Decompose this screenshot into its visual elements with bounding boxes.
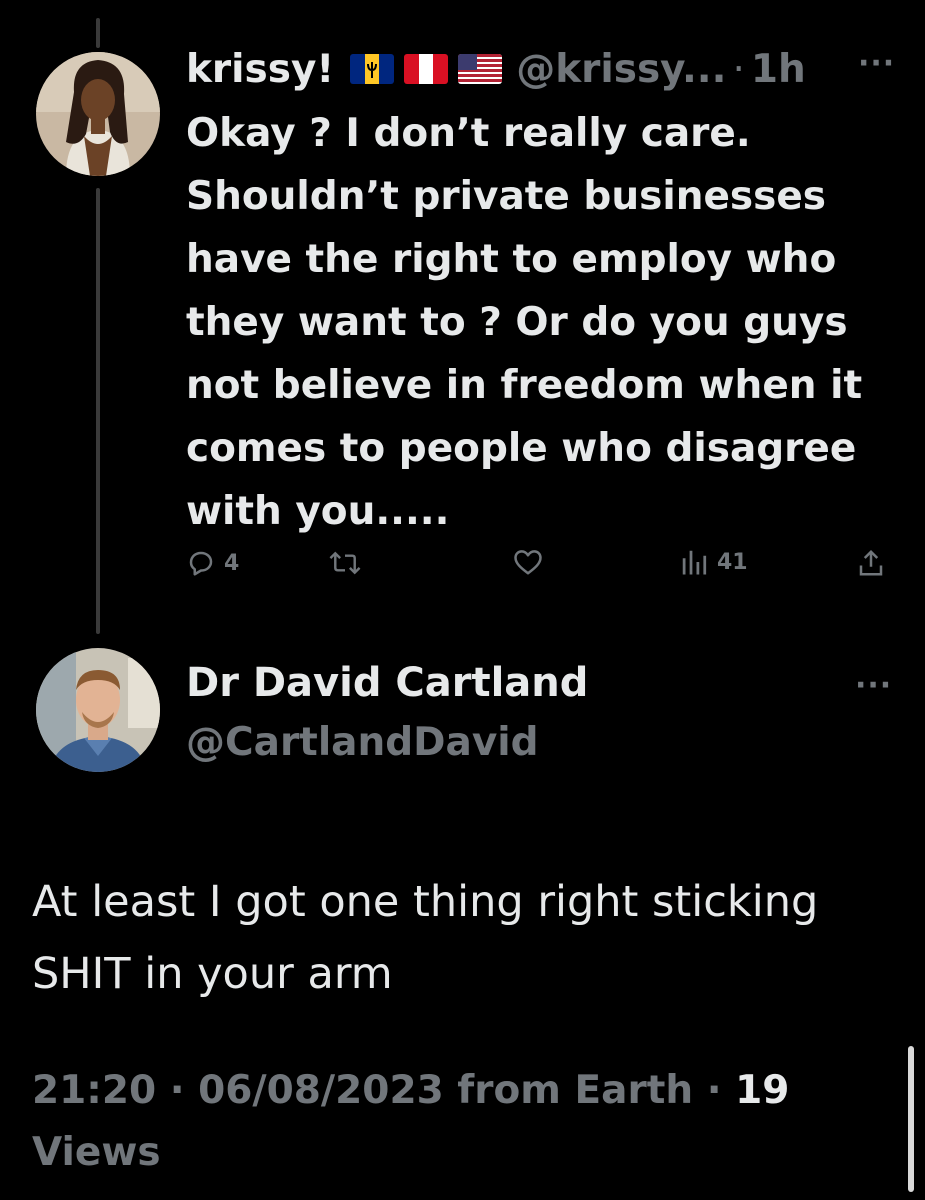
- handle[interactable]: @CartlandDavid: [186, 720, 539, 765]
- peru-flag-icon: [404, 54, 449, 84]
- usa-flag-icon: [458, 54, 503, 84]
- share-button[interactable]: [856, 548, 886, 578]
- timestamp[interactable]: 1h: [751, 47, 806, 92]
- display-name[interactable]: Dr David Cartland: [186, 660, 588, 706]
- views-count: 19: [735, 1068, 790, 1113]
- separator-dot: ·: [706, 1068, 722, 1113]
- tweet-text-line: At least I got one thing right sticking: [32, 877, 819, 927]
- tweet-actions: 4 41: [186, 548, 896, 588]
- retweet-button[interactable]: [328, 548, 362, 578]
- tweet-time[interactable]: 21:20: [32, 1068, 156, 1113]
- separator-dot: ·: [732, 46, 745, 92]
- more-options-icon[interactable]: ···: [858, 46, 895, 81]
- tweet-text-line: they want to ? Or do you guys: [186, 300, 848, 345]
- more-options-icon[interactable]: ···: [855, 668, 892, 703]
- reply-count: 4: [224, 550, 240, 576]
- tweet-text-line: SHIT in your arm: [32, 949, 393, 999]
- tweet-text: At least I got one thing right sticking …: [32, 866, 892, 1010]
- views-label: Views: [32, 1130, 161, 1175]
- display-name[interactable]: krissy!: [186, 47, 334, 92]
- views-count: 41: [717, 549, 748, 575]
- avatar[interactable]: [36, 52, 160, 176]
- thread-connector-top: [96, 18, 100, 48]
- views-chart-icon: [679, 548, 709, 576]
- tweet-text-line: not believe in freedom when it: [186, 363, 863, 408]
- avatar[interactable]: [36, 648, 160, 772]
- tweet-date[interactable]: 06/08/2023: [198, 1068, 444, 1113]
- scrollbar[interactable]: [908, 1046, 914, 1192]
- retweet-icon: [328, 548, 362, 578]
- tweet-text: Okay ? I don’t really care. Shouldn’t pr…: [186, 102, 906, 543]
- tweet-text-line: have the right to employ who: [186, 237, 837, 282]
- tweet-text-line: Okay ? I don’t really care.: [186, 111, 751, 156]
- handle[interactable]: @krissy...: [516, 47, 726, 92]
- share-icon: [856, 548, 886, 578]
- separator-dot: ·: [169, 1068, 185, 1113]
- heart-icon: [513, 548, 543, 576]
- flag-emojis: [350, 54, 503, 84]
- tweet-header: krissy! @krissy... · 1h: [186, 42, 806, 96]
- barbados-flag-icon: [350, 54, 395, 84]
- reply-button[interactable]: 4: [186, 548, 239, 578]
- like-button[interactable]: [513, 548, 543, 576]
- tweet-metadata: 21:20 · 06/08/2023 from Earth · 19 Views: [32, 1060, 852, 1184]
- tweet-text-line: comes to people who disagree: [186, 426, 857, 471]
- thread-connector: [96, 188, 100, 634]
- tweet-text-line: with you.....: [186, 489, 450, 534]
- views-button[interactable]: 41: [679, 548, 748, 576]
- reply-icon: [186, 548, 216, 578]
- tweet-source: from Earth: [457, 1068, 694, 1113]
- tweet-text-line: Shouldn’t private businesses: [186, 174, 826, 219]
